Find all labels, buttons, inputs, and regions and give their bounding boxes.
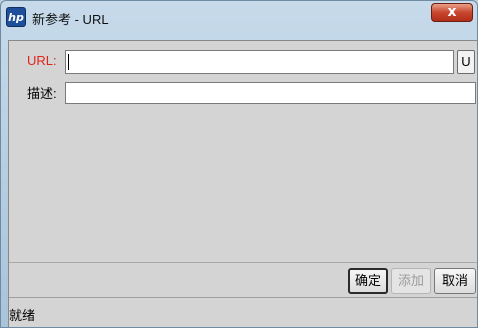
close-button[interactable]: x [431,3,473,22]
description-input[interactable] [65,82,476,104]
ok-button[interactable]: 确定 [348,268,388,294]
url-browse-button[interactable]: U [457,50,475,74]
url-input[interactable] [65,50,454,74]
description-label: 描述: [27,86,57,101]
dialog-window: hp 新参考 - URL x URL: U 描述: 确定 添加 取消 就绪 [0,0,478,328]
text-caret [68,54,69,70]
add-button[interactable]: 添加 [391,268,431,294]
cancel-button[interactable]: 取消 [434,268,476,294]
dialog-client-area: URL: U 描述: 确定 添加 取消 就绪 [8,40,477,327]
form-panel [9,41,477,263]
window-title: 新参考 - URL [32,12,109,27]
status-divider [9,297,477,298]
hp-logo-icon: hp [6,7,26,27]
status-bar: 就绪 [9,299,477,327]
status-text: 就绪 [9,308,36,323]
url-label: URL: [27,53,57,68]
title-bar[interactable]: hp 新参考 - URL x [1,1,477,33]
